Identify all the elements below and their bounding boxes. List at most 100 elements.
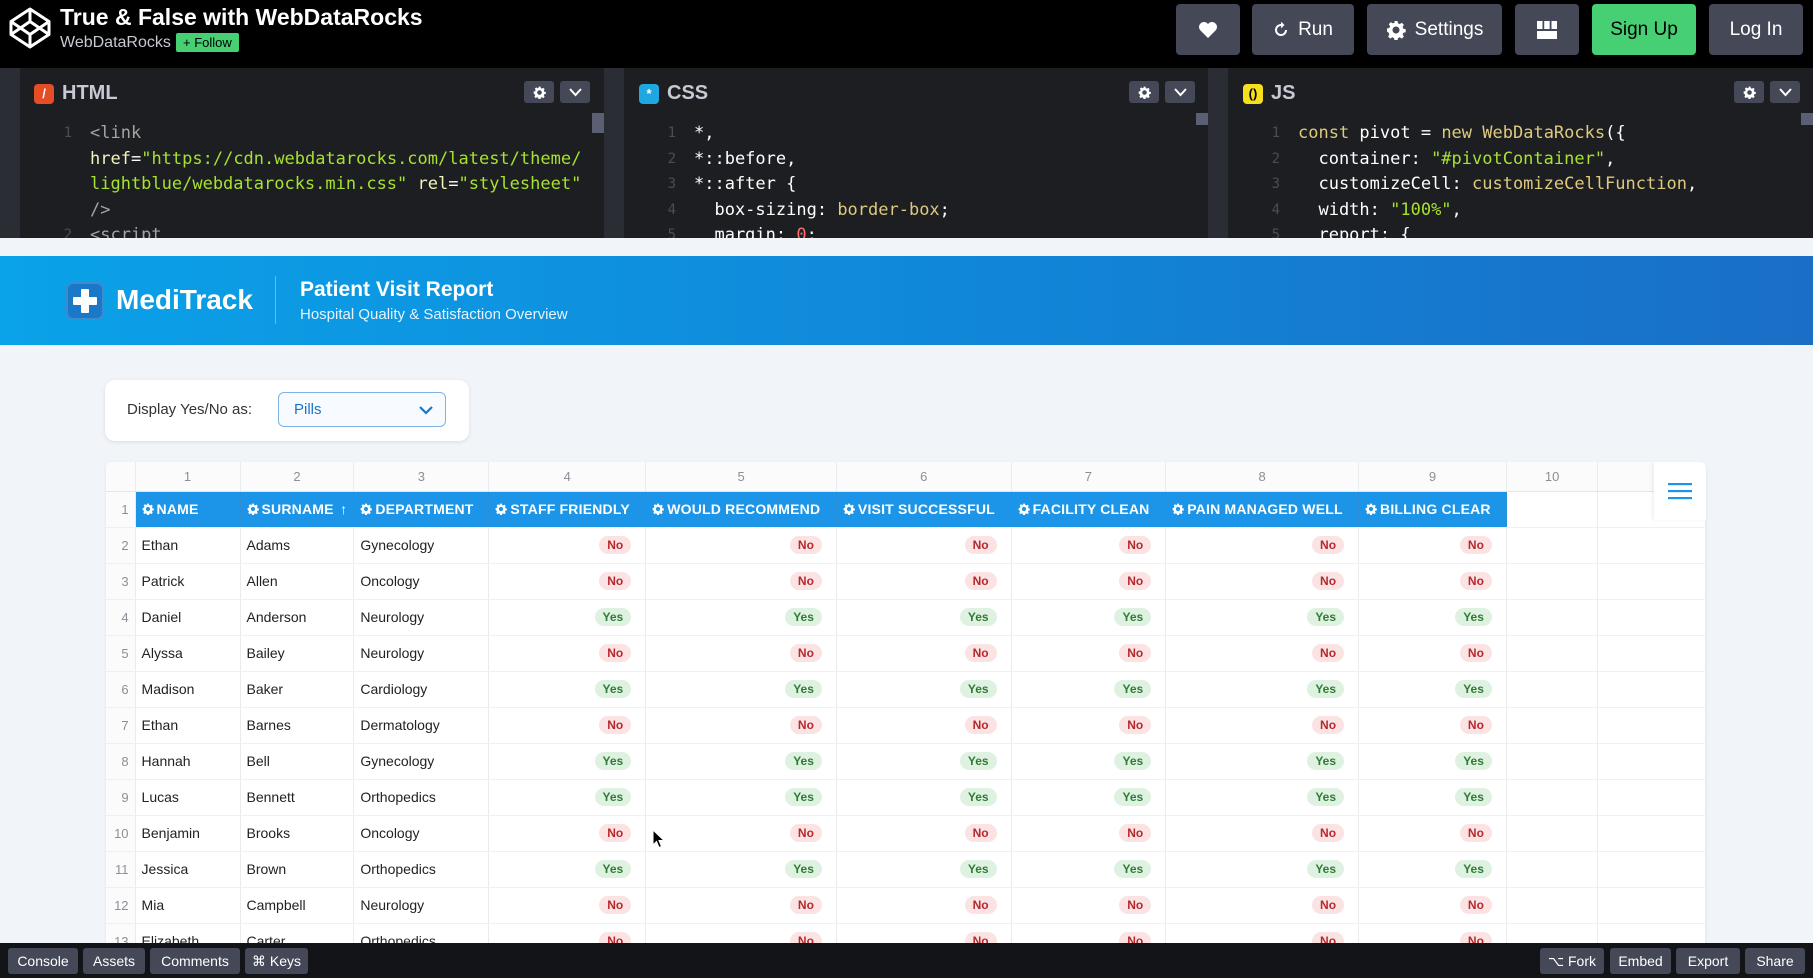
bool-cell[interactable]: Yes: [1011, 779, 1167, 816]
gear-icon[interactable]: [247, 503, 259, 515]
column-header[interactable]: BILLING CLEAR: [1358, 491, 1507, 528]
cell-dept[interactable]: Cardiology: [353, 671, 490, 708]
bool-cell[interactable]: Yes: [645, 743, 837, 780]
bool-cell[interactable]: Yes: [645, 851, 837, 888]
bool-cell[interactable]: Yes: [488, 599, 647, 636]
table-row[interactable]: 2 Ethan Adams Gynecology No No No No No No: [106, 527, 1706, 564]
bool-cell[interactable]: No: [488, 815, 647, 852]
cell-name[interactable]: Benjamin: [135, 815, 241, 852]
bool-cell[interactable]: No: [488, 887, 647, 924]
pane-divider[interactable]: [1208, 68, 1228, 238]
assets-button[interactable]: Assets: [83, 948, 145, 974]
bool-cell[interactable]: Yes: [1011, 743, 1167, 780]
table-row[interactable]: 13 Elizabeth Carter Orthopedics No No No No No No: [106, 923, 1706, 943]
gear-icon[interactable]: [1365, 503, 1377, 515]
bool-cell[interactable]: No: [836, 563, 1012, 600]
cell-dept[interactable]: Gynecology: [353, 743, 490, 780]
bool-cell[interactable]: No: [1165, 815, 1360, 852]
bool-cell[interactable]: No: [1011, 635, 1167, 672]
bool-cell[interactable]: No: [645, 635, 837, 672]
bool-cell[interactable]: No: [1011, 887, 1167, 924]
console-button[interactable]: Console: [8, 948, 78, 974]
fork-button[interactable]: ⌥ Fork: [1540, 948, 1604, 974]
cell-dept[interactable]: Orthopedics: [353, 779, 490, 816]
bool-cell[interactable]: Yes: [1358, 743, 1507, 780]
bool-cell[interactable]: Yes: [1165, 851, 1360, 888]
bool-cell[interactable]: No: [645, 563, 837, 600]
cell-name[interactable]: Patrick: [135, 563, 241, 600]
bool-cell[interactable]: Yes: [1011, 851, 1167, 888]
sign-up-button[interactable]: Sign Up: [1592, 4, 1696, 55]
cell-surname[interactable]: Barnes: [240, 707, 355, 744]
bool-cell[interactable]: No: [1011, 563, 1167, 600]
css-settings-button[interactable]: [1129, 81, 1159, 103]
bool-cell[interactable]: No: [488, 923, 647, 943]
bool-cell[interactable]: No: [1358, 707, 1507, 744]
gear-icon[interactable]: [1018, 503, 1030, 515]
bool-cell[interactable]: Yes: [1011, 671, 1167, 708]
cell-dept[interactable]: Neurology: [353, 635, 490, 672]
bool-cell[interactable]: No: [836, 887, 1012, 924]
html-settings-button[interactable]: [524, 81, 554, 103]
bool-cell[interactable]: No: [836, 815, 1012, 852]
cell-surname[interactable]: Brown: [240, 851, 355, 888]
bool-cell[interactable]: Yes: [1358, 599, 1507, 636]
bool-cell[interactable]: No: [1358, 923, 1507, 943]
cell-surname[interactable]: Brooks: [240, 815, 355, 852]
cell-name[interactable]: Mia: [135, 887, 241, 924]
bool-cell[interactable]: Yes: [836, 599, 1012, 636]
bool-cell[interactable]: No: [488, 707, 647, 744]
column-header[interactable]: WOULD RECOMMEND: [645, 491, 837, 528]
grid-menu-button[interactable]: [1654, 462, 1706, 520]
cell-dept[interactable]: Orthopedics: [353, 923, 490, 943]
cell-surname[interactable]: Bailey: [240, 635, 355, 672]
bool-cell[interactable]: No: [488, 563, 647, 600]
share-button[interactable]: Share: [1745, 948, 1805, 974]
cell-surname[interactable]: Adams: [240, 527, 355, 564]
log-in-button[interactable]: Log In: [1709, 4, 1803, 55]
css-collapse-button[interactable]: [1165, 81, 1195, 103]
bool-cell[interactable]: No: [645, 887, 837, 924]
bool-cell[interactable]: Yes: [1165, 779, 1360, 816]
column-header[interactable]: SURNAME ↑: [240, 491, 355, 528]
table-row[interactable]: 11 Jessica Brown Orthopedics Yes Yes Yes Yes Yes…: [106, 851, 1706, 888]
cell-surname[interactable]: Bennett: [240, 779, 355, 816]
cell-dept[interactable]: Neurology: [353, 887, 490, 924]
gear-icon[interactable]: [495, 503, 508, 515]
cell-surname[interactable]: Allen: [240, 563, 355, 600]
bool-cell[interactable]: Yes: [645, 779, 837, 816]
table-row[interactable]: 10 Benjamin Brooks Oncology No No No No No No: [106, 815, 1706, 852]
cell-surname[interactable]: Bell: [240, 743, 355, 780]
bool-cell[interactable]: No: [1165, 707, 1360, 744]
html-code[interactable]: 1 <link href="https://cdn.webdatarocks.com…: [20, 118, 604, 238]
column-header[interactable]: PAIN MANAGED WELL: [1165, 491, 1360, 528]
cell-dept[interactable]: Gynecology: [353, 527, 490, 564]
cell-dept[interactable]: Oncology: [353, 815, 490, 852]
cell-name[interactable]: Daniel: [135, 599, 241, 636]
pen-owner[interactable]: WebDataRocks: [60, 34, 171, 52]
bool-cell[interactable]: No: [836, 635, 1012, 672]
gear-icon[interactable]: [142, 503, 154, 515]
cell-name[interactable]: Hannah: [135, 743, 241, 780]
table-row[interactable]: 12 Mia Campbell Neurology No No No No No No: [106, 887, 1706, 924]
bool-cell[interactable]: No: [1165, 563, 1360, 600]
cell-surname[interactable]: Campbell: [240, 887, 355, 924]
table-row[interactable]: 4 Daniel Anderson Neurology Yes Yes Yes Yes Yes Y…: [106, 599, 1706, 636]
bool-cell[interactable]: No: [645, 923, 837, 943]
bool-cell[interactable]: No: [645, 815, 837, 852]
bool-cell[interactable]: No: [1358, 815, 1507, 852]
js-settings-button[interactable]: [1734, 81, 1764, 103]
cell-name[interactable]: Jessica: [135, 851, 241, 888]
sort-arrow-icon[interactable]: ↑: [340, 501, 347, 517]
column-header[interactable]: STAFF FRIENDLY: [488, 491, 647, 528]
bool-cell[interactable]: No: [645, 707, 837, 744]
cell-name[interactable]: Ethan: [135, 707, 241, 744]
bool-cell[interactable]: No: [488, 527, 647, 564]
bool-cell[interactable]: No: [645, 527, 837, 564]
bool-cell[interactable]: No: [488, 635, 647, 672]
column-header[interactable]: DEPARTMENT: [353, 491, 490, 528]
cell-name[interactable]: Elizabeth: [135, 923, 241, 943]
html-collapse-button[interactable]: [560, 81, 590, 103]
bool-cell[interactable]: Yes: [1165, 599, 1360, 636]
pane-divider[interactable]: [0, 68, 20, 238]
